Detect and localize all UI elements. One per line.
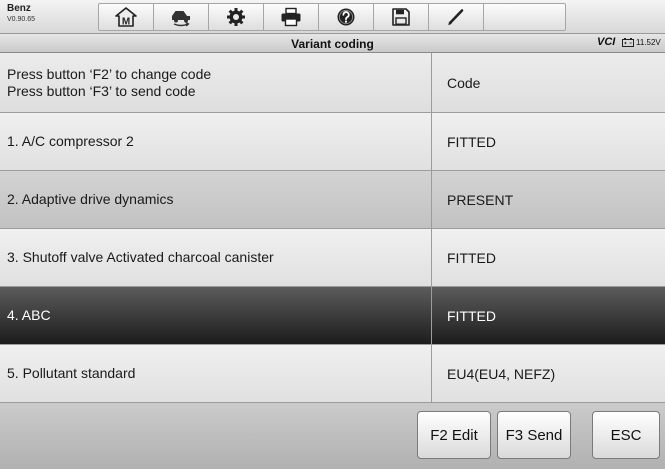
diagnostic-screen: Benz V0.90.65 M Variant coding VCI 11.52… xyxy=(0,0,665,469)
home-icon-letter: M xyxy=(122,17,130,27)
printer-icon xyxy=(281,7,301,27)
table-header-row: Press button ‘F2’ to change code Press b… xyxy=(0,53,665,113)
f2-edit-button[interactable]: F2 Edit xyxy=(417,411,491,459)
instruction-line: Press button ‘F3’ to send code xyxy=(7,82,196,99)
table-row[interactable]: 2. Adaptive drive dynamics PRESENT xyxy=(0,171,665,229)
coding-item-value: FITTED xyxy=(447,133,496,150)
home-button[interactable]: M xyxy=(99,4,154,30)
instructions: Press button ‘F2’ to change code Press b… xyxy=(0,53,432,112)
title-bar: Variant coding VCI 11.52V xyxy=(0,34,665,53)
coding-item-label: 1. A/C compressor 2 xyxy=(0,113,432,170)
top-bar: Benz V0.90.65 M xyxy=(0,0,665,34)
coding-item-label: 5. Pollutant standard xyxy=(0,345,432,402)
battery-status: 11.52V xyxy=(622,38,661,47)
save-button[interactable] xyxy=(374,4,429,30)
software-version: V0.90.65 xyxy=(7,16,36,23)
column-header-code: Code xyxy=(447,74,481,91)
page-title: Variant coding xyxy=(291,37,374,51)
coding-item-value: PRESENT xyxy=(447,191,514,208)
vehicle-info: Benz V0.90.65 xyxy=(7,3,36,24)
coding-item-label: 3. Shutoff valve Activated charcoal cani… xyxy=(0,229,432,286)
battery-icon xyxy=(622,38,634,47)
toolbar: M xyxy=(98,3,566,31)
coding-item-value: FITTED xyxy=(447,307,496,324)
vehicle-swap-button[interactable] xyxy=(154,4,209,30)
vci-logo: VCI xyxy=(597,36,616,48)
save-icon xyxy=(392,8,410,26)
vehicle-make: Benz xyxy=(7,3,31,14)
coding-item-label: 2. Adaptive drive dynamics xyxy=(0,171,432,228)
help-icon xyxy=(337,8,355,26)
table-row[interactable]: 1. A/C compressor 2 FITTED xyxy=(0,113,665,171)
settings-button[interactable] xyxy=(209,4,264,30)
coding-item-value: FITTED xyxy=(447,249,496,266)
action-bar: F2 Edit F3 Send ESC xyxy=(0,403,665,469)
coding-table: Press button ‘F2’ to change code Press b… xyxy=(0,53,665,403)
home-icon: M xyxy=(115,7,137,27)
pencil-icon xyxy=(448,9,464,26)
instruction-line: Press button ‘F2’ to change code xyxy=(7,65,212,82)
print-button[interactable] xyxy=(264,4,319,30)
gear-icon xyxy=(227,8,245,26)
table-row[interactable]: 3. Shutoff valve Activated charcoal cani… xyxy=(0,229,665,287)
help-button[interactable] xyxy=(319,4,374,30)
esc-button[interactable]: ESC xyxy=(592,411,660,459)
f3-send-button[interactable]: F3 Send xyxy=(497,411,571,459)
coding-item-value: EU4(EU4, NEFZ) xyxy=(447,365,556,382)
edit-tool-button[interactable] xyxy=(429,4,484,30)
vehicle-swap-icon xyxy=(172,11,190,27)
battery-voltage: 11.52V xyxy=(636,38,661,47)
table-row[interactable]: 4. ABC FITTED xyxy=(0,287,665,345)
table-row[interactable]: 5. Pollutant standard EU4(EU4, NEFZ) xyxy=(0,345,665,403)
coding-item-label: 4. ABC xyxy=(0,287,432,344)
